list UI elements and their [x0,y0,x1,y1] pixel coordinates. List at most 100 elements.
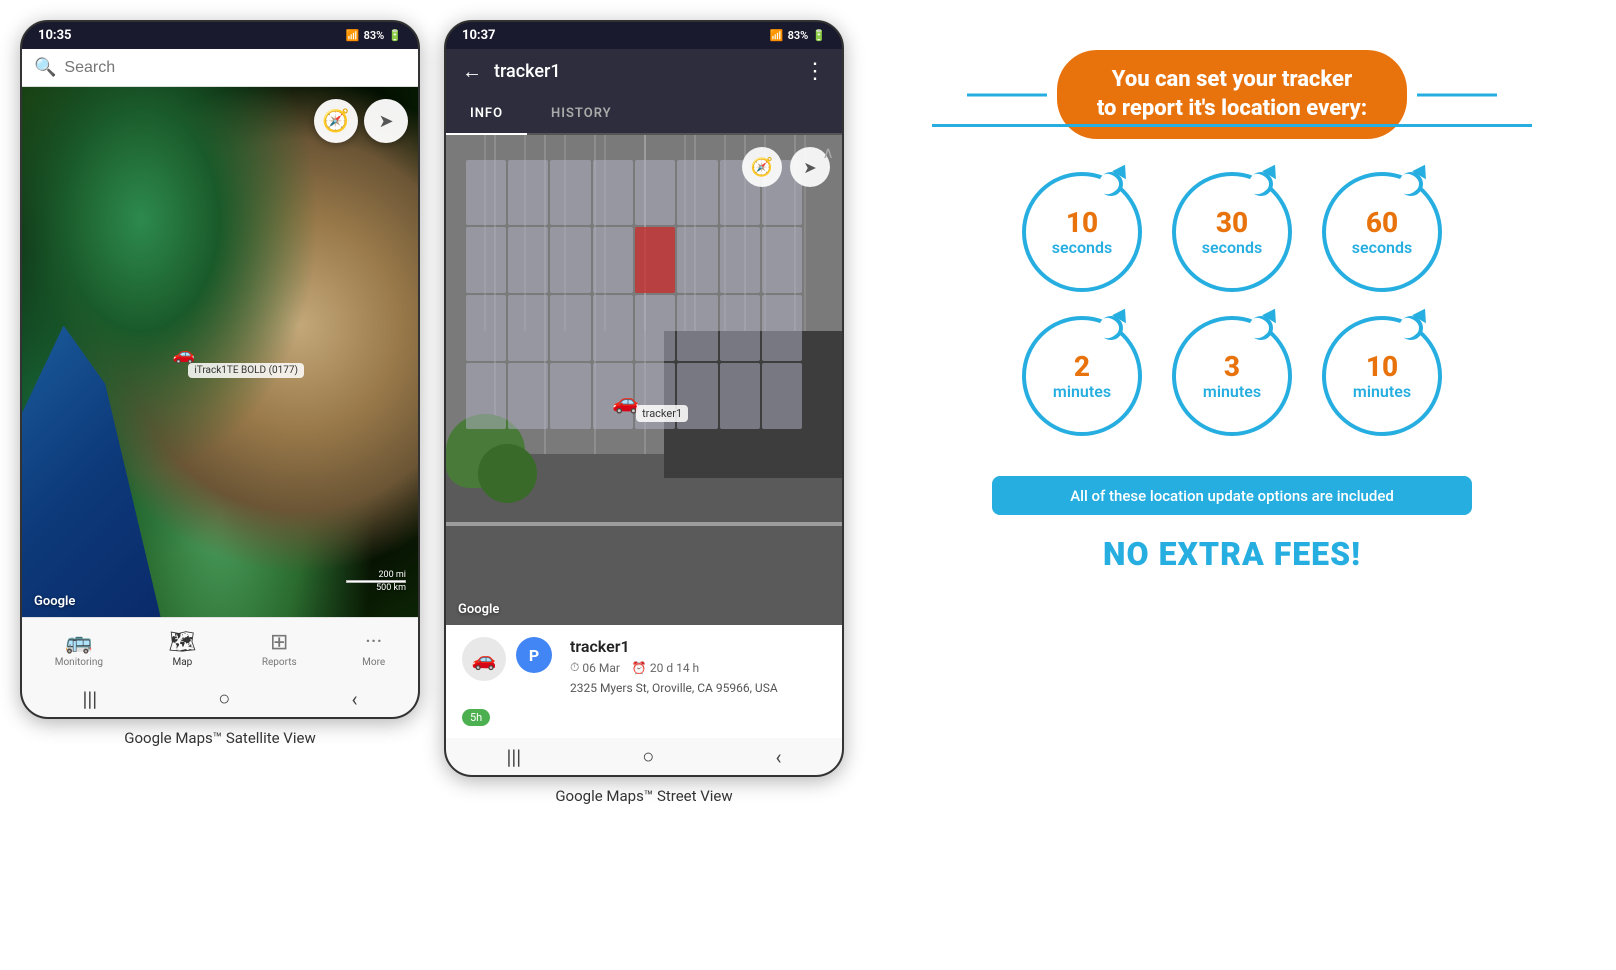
circle-unit-60s: seconds [1352,239,1412,257]
street-map-container: 🚗 tracker1 🧭 ➤ ∧ [446,135,842,625]
circle-unit-10s: seconds [1052,239,1112,257]
info-card: 🚗 P tracker1 ⏱ 06 Mar ⏰ 20 d 14 h 2325 M… [446,625,842,738]
search-bar[interactable]: 🔍 [22,49,418,87]
gesture-bar-2: ||| ○ ‹ [446,738,842,775]
circle-outer-2m: 2 minutes [1022,316,1142,436]
compass-button[interactable]: 🧭 [314,99,358,143]
circle-outer-10m: 10 minutes [1322,316,1442,436]
tabs-bar: INFO HISTORY [446,94,842,135]
gesture-circle-2: ○ [642,744,654,769]
circle-text-60s: 60 seconds [1352,208,1412,256]
duration-icon: ⏰ 20 d 14 h [632,660,699,675]
search-input[interactable] [64,59,406,77]
circle-arrow-30s [1262,161,1282,179]
satellite-map [22,87,418,617]
location-button[interactable]: ➤ [364,99,408,143]
nav-reports[interactable]: ⊞ Reports [246,626,313,672]
compass-icon-2: 🧭 [751,157,773,178]
google-logo: Google [34,594,75,609]
signal-icon2: 📶 [770,29,784,42]
tracker-title: tracker1 [494,61,792,82]
circle-unit-10m: minutes [1353,383,1411,401]
circle-arrow-10m [1412,305,1432,323]
circle-60s: 60 seconds [1322,172,1442,292]
battery-text2: 83% [788,29,809,42]
tracker-marker: 🚗 [172,341,194,365]
app-header: ← tracker1 ⋮ [446,49,842,94]
phone1-status-bar: 10:35 📶 83% 🔋 [22,22,418,49]
compass-icon: 🧭 [322,109,349,134]
circle-10m: 10 minutes [1322,316,1442,436]
gesture-back: ‹ [351,687,357,711]
scroll-indicator: ∧ [822,143,834,162]
phone1-time: 10:35 [38,28,72,43]
main-container: 10:35 📶 83% 🔋 🔍 [20,20,1596,820]
circle-arrow-60s [1412,161,1432,179]
circle-30s: 30 seconds [1172,172,1292,292]
circle-unit-3m: minutes [1203,383,1261,401]
circle-arrow-10s [1112,161,1132,179]
tracker-meta: ⏱ 06 Mar ⏰ 20 d 14 h [570,660,826,675]
circle-number-3m: 3 [1203,352,1261,383]
circle-10s: 10 seconds [1022,172,1142,292]
nav-map[interactable]: 🗺 Map [152,626,212,672]
circle-number-10s: 10 [1052,208,1112,239]
circle-text-2m: 2 minutes [1053,352,1111,400]
compass-button-2[interactable]: 🧭 [742,147,782,187]
circle-unit-2m: minutes [1053,383,1111,401]
gesture-back-2: ‹ [775,745,781,769]
tab-history[interactable]: HISTORY [527,94,636,133]
tracker-info: tracker1 ⏱ 06 Mar ⏰ 20 d 14 h 2325 Myers… [570,637,826,695]
phone1-mockup: 10:35 📶 83% 🔋 🔍 [20,20,420,719]
phone1-caption: Google Maps™ Satellite View [124,729,315,747]
info-card-header: 🚗 P tracker1 ⏱ 06 Mar ⏰ 20 d 14 h 2325 M… [462,637,826,695]
tracker-name: tracker1 [570,637,826,656]
circle-number-10m: 10 [1353,352,1411,383]
circle-text-30s: 30 seconds [1202,208,1262,256]
nav-more[interactable]: ··· More [346,626,401,672]
info-header-text: You can set your trackerto report it's l… [1097,66,1367,123]
nav-reports-label: Reports [262,657,297,668]
truck-icon: 🚗 [472,647,497,671]
more-menu-button[interactable]: ⋮ [804,59,826,84]
circle-outer-3m: 3 minutes [1172,316,1292,436]
tab-info[interactable]: INFO [446,94,527,135]
circle-arrow-2m [1112,305,1132,323]
status-badge: 5h [462,709,490,726]
circle-outer-60s: 60 seconds [1322,172,1442,292]
nav-map-label: Map [173,657,193,668]
tracker-avatar: 🚗 [462,637,506,681]
phone1-status-icons: 📶 83% 🔋 [346,29,402,42]
nav-arrow-icon: ➤ [803,158,816,177]
trees-area-2 [478,444,537,503]
phone2-col: 10:37 📶 83% 🔋 ← tracker1 ⋮ INFO [444,20,844,805]
nav-more-label: More [362,657,385,668]
phone1-col: 10:35 📶 83% 🔋 🔍 [20,20,420,747]
date-icon: ⏱ 06 Mar [570,660,620,675]
info-panel: You can set your trackerto report it's l… [868,20,1596,820]
gesture-circle: ○ [218,686,230,711]
more-icon: ··· [365,630,382,655]
circle-number-60s: 60 [1352,208,1412,239]
circle-outer-30s: 30 seconds [1172,172,1292,292]
battery-icon: 🔋 [388,29,402,42]
nav-monitoring[interactable]: 🚌 Monitoring [39,626,119,672]
reports-icon: ⊞ [270,630,288,655]
navigation-icon: ➤ [378,111,393,132]
circle-2m: 2 minutes [1022,316,1142,436]
circle-number-2m: 2 [1053,352,1111,383]
back-button[interactable]: ← [462,59,482,84]
phone2-status-bar: 10:37 📶 83% 🔋 [446,22,842,49]
circle-number-30s: 30 [1202,208,1262,239]
battery-text: 83% [364,29,385,42]
bus-icon: 🚌 [65,630,92,655]
tracker-label: iTrack1TE BOLD (0177) [188,363,304,378]
circle-text-3m: 3 minutes [1203,352,1261,400]
phone2-caption: Google Maps™ Street View [555,787,732,805]
map-icon: 🗺 [168,630,196,655]
google-logo-2: Google [458,602,499,617]
no-fees-banner-text: All of these location update options are… [1070,487,1394,505]
circle-unit-30s: seconds [1202,239,1262,257]
phone2-status-icons: 📶 83% 🔋 [770,29,826,42]
gesture-lines: ||| [83,687,98,711]
